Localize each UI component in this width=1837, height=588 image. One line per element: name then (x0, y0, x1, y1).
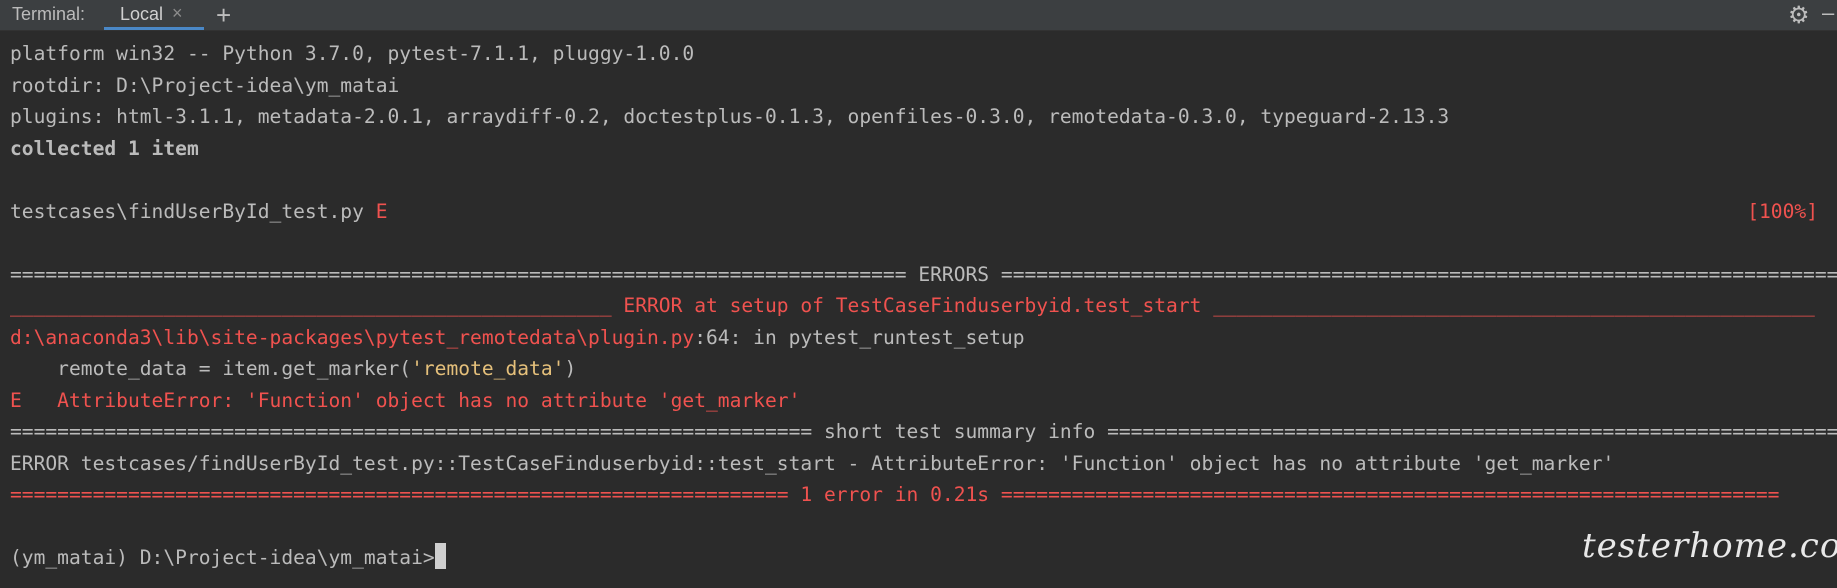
terminal-output[interactable]: platform win32 -- Python 3.7.0, pytest-7… (10, 38, 1837, 569)
summary-header: ========================================… (10, 420, 1837, 443)
close-icon[interactable]: × (172, 3, 183, 24)
collected-line: collected 1 item (10, 136, 199, 160)
errors-header: ========================================… (10, 262, 1837, 286)
tab-local[interactable]: Local × (104, 0, 204, 30)
shell-prompt: (ym_matai) D:\Project-idea\ym_matai> (10, 546, 435, 569)
gear-icon[interactable]: ⚙ (1788, 1, 1810, 30)
text-cursor (434, 543, 446, 569)
rootdir-line: rootdir: D:\Project-idea\ym_matai (10, 73, 400, 97)
test-result: E (375, 199, 388, 223)
code-string: 'remote_data' (411, 357, 565, 380)
watermark: testerhome.com (1582, 526, 1837, 566)
plugins-line: plugins: html-3.1.1, metadata-2.0.1, arr… (10, 105, 1450, 128)
test-progress: [100%] (1747, 199, 1818, 223)
code-suffix: ) (564, 357, 577, 380)
traceback-path: d:\anaconda3\lib\site-packages\pytest_re… (10, 325, 695, 349)
error-setup-header: ________________________________________… (10, 294, 1815, 317)
error-message-line: E AttributeError: 'Function' object has … (10, 388, 801, 412)
code-prefix: remote_data = item.get_marker( (10, 357, 412, 380)
summary-error-line: ERROR testcases/findUserById_test.py::Te… (10, 451, 1615, 475)
final-result-line: ========================================… (10, 483, 1780, 506)
active-tab-indicator (104, 27, 204, 30)
terminal-tabbar: Terminal: Local × + ⚙ – (0, 0, 1837, 31)
prompt-line[interactable]: (ym_matai) D:\Project-idea\ym_matai> (10, 542, 1830, 574)
platform-line: platform win32 -- Python 3.7.0, pytest-7… (10, 42, 695, 65)
test-file: testcases\findUserById_test.py (10, 199, 376, 223)
traceback-line: d:\anaconda3\lib\site-packages\pytest_re… (10, 322, 1830, 354)
plus-icon[interactable]: + (216, 0, 231, 31)
traceback-location: :64: in pytest_runtest_setup (694, 325, 1025, 349)
tab-local-label: Local (120, 4, 164, 24)
terminal-title: Terminal: (12, 4, 86, 24)
test-file-line: testcases\findUserById_test.py E [100%] (10, 196, 1830, 228)
minimize-icon[interactable]: – (1822, 0, 1834, 26)
code-line: remote_data = item.get_marker('remote_da… (10, 353, 1830, 385)
